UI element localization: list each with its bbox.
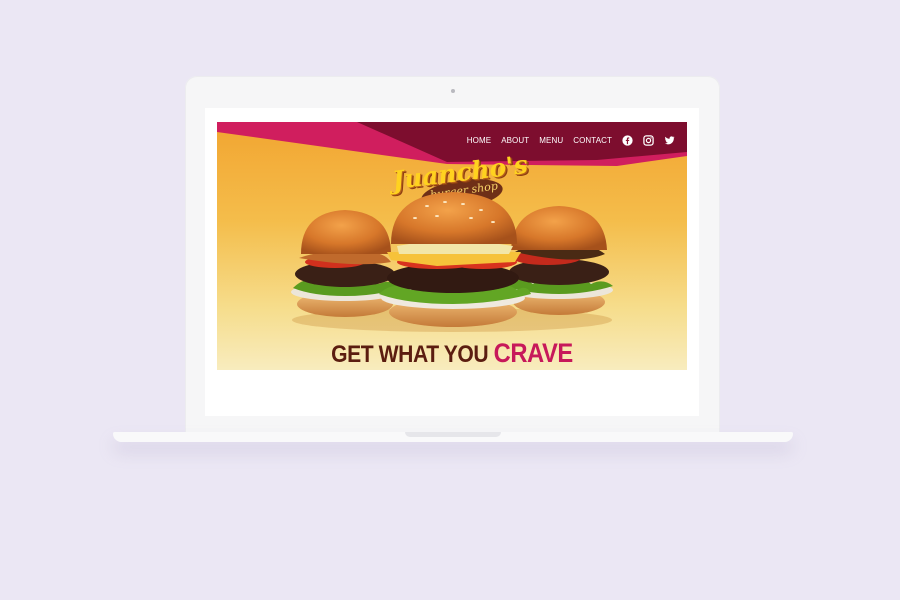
tagline-part-1: GET WHAT YOU	[331, 341, 489, 368]
hero-tagline: GET WHAT YOU CRAVE	[245, 338, 659, 369]
tagline-highlight: CRAVE	[493, 338, 574, 368]
nav-home-link[interactable]: HOME	[467, 136, 491, 145]
nav-about-link[interactable]: ABOUT	[501, 136, 529, 145]
laptop-notch	[405, 432, 501, 437]
instagram-icon[interactable]	[643, 135, 654, 146]
top-navigation: HOME ABOUT MENU CONTACT	[467, 135, 675, 146]
nav-menu-link[interactable]: MENU	[539, 136, 563, 145]
webcam-dot	[451, 89, 455, 93]
hero-banner: HOME ABOUT MENU CONTACT Juancho's burger…	[217, 122, 687, 370]
nav-contact-link[interactable]: CONTACT	[573, 136, 612, 145]
laptop-screen: HOME ABOUT MENU CONTACT Juancho's burger…	[205, 108, 699, 416]
burgers-image	[291, 192, 613, 332]
twitter-icon[interactable]	[664, 135, 675, 146]
facebook-icon[interactable]	[622, 135, 633, 146]
